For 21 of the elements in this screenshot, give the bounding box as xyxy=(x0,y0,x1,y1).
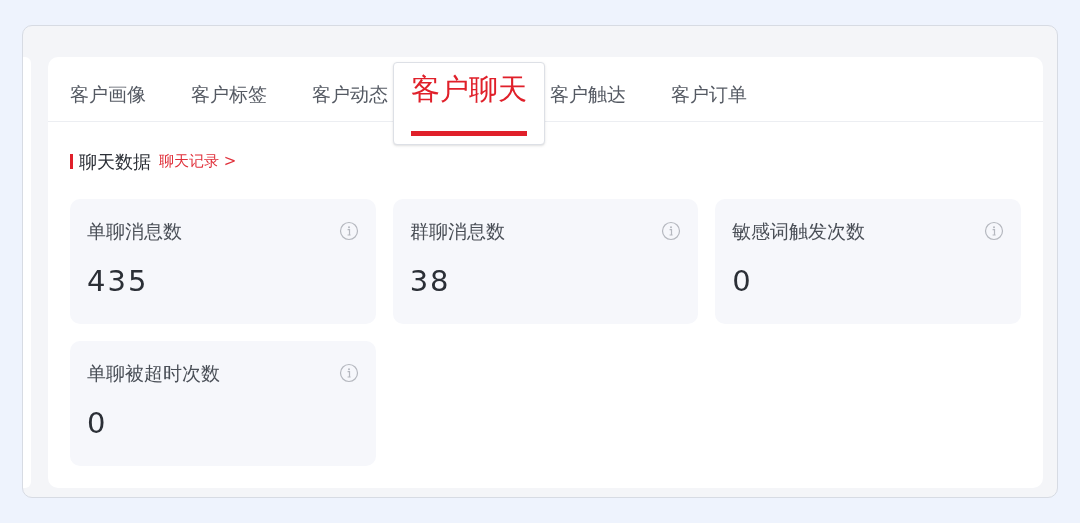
tab[interactable]: 客户订单 xyxy=(671,80,747,108)
stat-label: 单聊被超时次数 xyxy=(87,361,220,386)
tab[interactable]: 客户聊天 xyxy=(393,62,545,145)
section-marker xyxy=(70,154,73,169)
stat-value: 38 xyxy=(409,262,452,300)
tab[interactable]: 客户画像 xyxy=(70,80,146,108)
info-icon xyxy=(338,363,359,384)
info-icon xyxy=(984,221,1004,242)
chat-record-link[interactable]: 聊天记录 > xyxy=(159,150,237,173)
stat-label: 敏感词触发次数 xyxy=(732,219,866,244)
stat-label: 单聊消息数 xyxy=(87,219,182,244)
info-icon xyxy=(338,221,359,242)
stat-value: 0 xyxy=(87,404,109,442)
tab[interactable]: 客户触达 xyxy=(550,80,626,108)
section-title: 聊天数据 xyxy=(79,150,151,174)
stat-value: 435 xyxy=(87,262,150,300)
tab[interactable]: 客户标签 xyxy=(191,80,267,108)
tab[interactable]: 客户动态 xyxy=(312,80,388,108)
stat-value: 0 xyxy=(732,262,754,300)
info-icon xyxy=(661,221,682,242)
stat-label: 群聊消息数 xyxy=(409,219,505,244)
